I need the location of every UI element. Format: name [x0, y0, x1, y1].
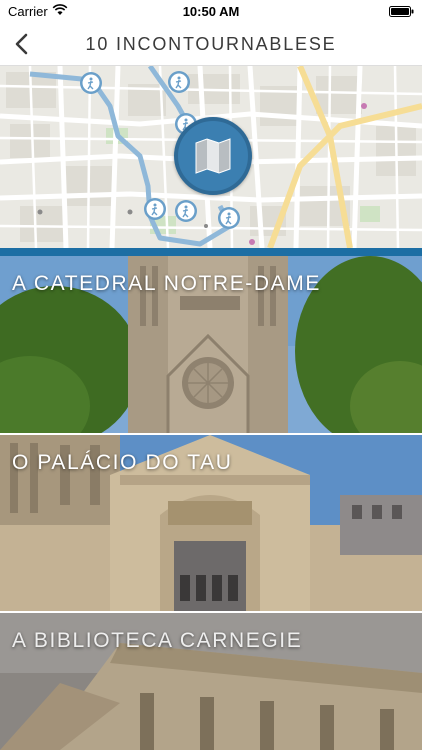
folded-map-icon — [195, 138, 231, 174]
page-title: 10 INCONTOURNABLESE — [85, 34, 337, 54]
map-preview[interactable] — [0, 66, 422, 248]
battery-icon — [389, 6, 414, 17]
attraction-card-palace[interactable]: O PALÁCIO DO TAU — [0, 435, 422, 611]
status-time: 10:50 AM — [182, 4, 240, 19]
map-divider — [0, 248, 422, 256]
attraction-title: O PALÁCIO DO TAU — [12, 451, 233, 474]
nav-bar: 10 INCONTOURNABLESE — [0, 22, 422, 66]
attraction-card-library[interactable]: A BIBLIOTECA CARNEGIE — [0, 613, 422, 750]
open-map-button[interactable] — [174, 117, 252, 195]
status-bar: Carrier 10:50 AM — [0, 0, 422, 22]
attraction-title: A CATEDRAL NOTRE-DAME — [12, 272, 321, 295]
attraction-card-cathedral[interactable]: A CATEDRAL NOTRE-DAME — [0, 256, 422, 433]
attraction-title: A BIBLIOTECA CARNEGIE — [12, 629, 303, 652]
